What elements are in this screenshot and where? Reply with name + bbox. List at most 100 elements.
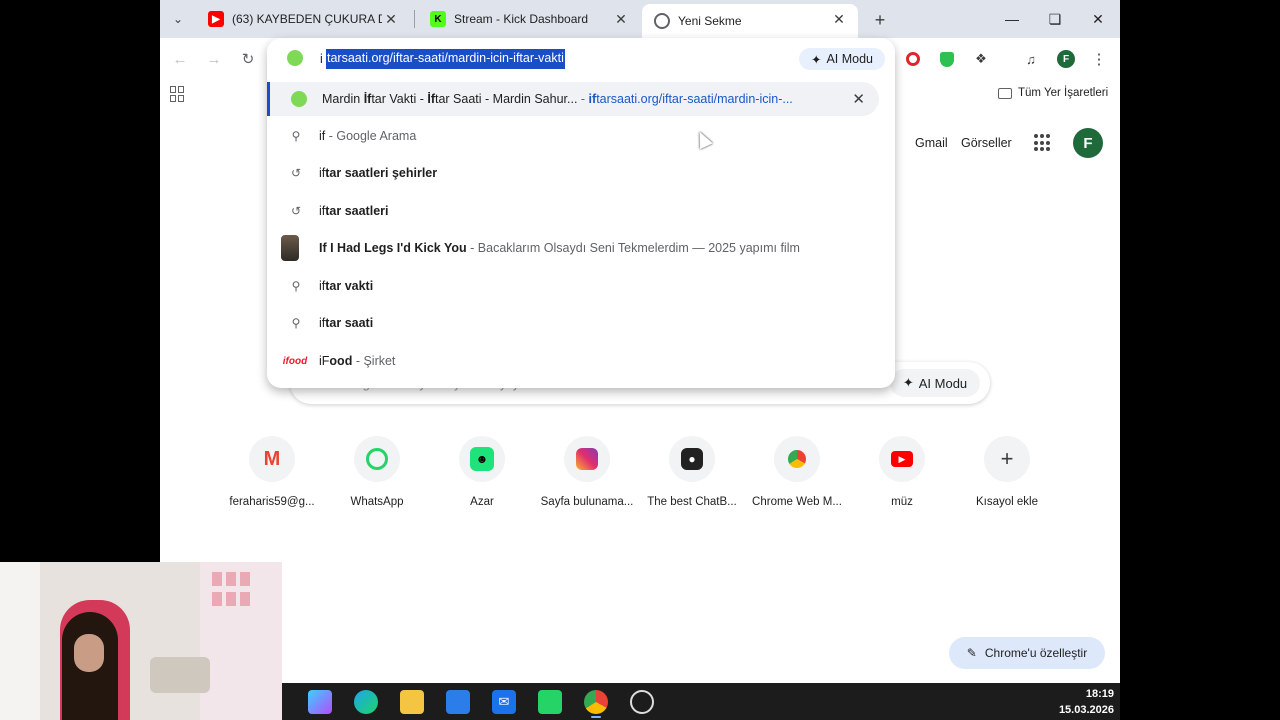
suggestion-text: iFood - Şirket — [319, 354, 396, 368]
menu-dots-icon[interactable]: ⋮ — [1088, 48, 1110, 70]
ai-mode-label: AI Modu — [826, 52, 874, 66]
close-icon[interactable]: ✕ — [830, 10, 848, 28]
omnibox-autocomplete-selection: tarsaati.org/iftar-saati/mardin-icin-ift… — [326, 49, 565, 69]
chatbot-icon: ● — [669, 436, 715, 482]
google-apps-icon[interactable] — [1034, 134, 1052, 152]
poster — [240, 592, 250, 606]
customize-label: Chrome'u özelleştir — [984, 646, 1088, 660]
active-app-indicator — [591, 716, 601, 718]
close-window-button[interactable]: ✕ — [1083, 6, 1113, 32]
webcam-face — [74, 634, 104, 672]
forward-button[interactable]: → — [202, 47, 226, 71]
tab-separator — [414, 10, 415, 28]
suggestion-row[interactable]: ⚲ iftar vakti — [267, 269, 879, 303]
tab-new-tab[interactable]: Yeni Sekme ✕ — [642, 4, 858, 38]
media-control-icon[interactable]: ♫ — [1020, 48, 1042, 70]
chrome-webstore-icon — [774, 436, 820, 482]
omnibox-ai-mode-button[interactable]: ✦ AI Modu — [799, 48, 885, 70]
history-icon: ↺ — [290, 204, 302, 218]
all-bookmarks-button[interactable]: Tüm Yer İşaretleri — [998, 87, 1108, 99]
system-clock[interactable]: 18:19 15.03.2026 — [1059, 686, 1114, 718]
close-icon[interactable]: ✕ — [382, 10, 400, 28]
all-bookmarks-label: Tüm Yer İşaretleri — [1018, 87, 1109, 99]
suggestion-text: If I Had Legs I'd Kick You - Bacaklarım … — [319, 241, 800, 255]
shortcut-label: The best ChatB... — [647, 496, 737, 508]
gmail-link[interactable]: Gmail — [915, 136, 948, 150]
tab-title: Yeni Sekme — [678, 14, 742, 28]
tab-youtube[interactable]: ▶ (63) KAYBEDEN ÇUKURA DÜŞER ✕ — [196, 4, 410, 34]
webcam-overlay — [0, 562, 282, 720]
copilot-icon[interactable] — [308, 690, 332, 714]
ai-mode-button[interactable]: ✦ AI Modu — [890, 369, 980, 397]
shortcut-chatbot[interactable]: ● The best ChatB... — [640, 436, 744, 508]
gmail-icon: M — [249, 436, 295, 482]
suggestion-row[interactable]: ↺ iftar saatleri — [267, 194, 879, 228]
search-icon: ⚲ — [291, 316, 301, 330]
tab-strip: ⌄ ▶ (63) KAYBEDEN ÇUKURA DÜŞER ✕ K Strea… — [160, 0, 1120, 38]
opera-extension-icon[interactable] — [902, 48, 924, 70]
shortcut-chrome-webstore[interactable]: Chrome Web M... — [745, 436, 849, 508]
restore-button[interactable]: ❏ — [1040, 6, 1070, 32]
kick-icon: K — [430, 11, 446, 27]
tab-search-button[interactable]: ⌄ — [166, 7, 190, 31]
edge-icon[interactable] — [354, 690, 378, 714]
suggestion-row[interactable]: ⚲ if - Google Arama — [267, 119, 879, 153]
folder-icon — [998, 87, 1012, 99]
shortcut-label: WhatsApp — [350, 496, 404, 508]
tab-kick[interactable]: K Stream - Kick Dashboard ✕ — [418, 4, 640, 34]
youtube-icon: ▶ — [208, 11, 224, 27]
customize-chrome-button[interactable]: ✎ Chrome'u özelleştir — [949, 637, 1105, 669]
ai-mode-label: AI Modu — [918, 375, 968, 391]
clock-time: 18:19 — [1085, 688, 1114, 700]
poster — [212, 572, 222, 586]
minimize-button[interactable]: — — [997, 6, 1027, 32]
history-icon: ↺ — [290, 166, 302, 180]
suggestion-text: iftar saatleri şehirler — [319, 166, 438, 180]
suggestion-text: if - Google Arama — [319, 129, 417, 143]
youtube-icon: ▶ — [879, 436, 925, 482]
shortcut-instagram[interactable]: Sayfa bulunama... — [535, 436, 639, 508]
account-avatar[interactable]: F — [1073, 128, 1103, 158]
suggestion-row[interactable]: ifood iFood - Şirket — [267, 344, 879, 378]
shortcut-azar[interactable]: ☻ Azar — [430, 436, 534, 508]
extensions-icon[interactable]: ❖ — [970, 48, 992, 70]
shortcut-label: müz — [891, 496, 913, 508]
poster — [240, 572, 250, 586]
suggestion-row[interactable]: If I Had Legs I'd Kick You - Bacaklarım … — [267, 231, 879, 265]
azar-icon: ☻ — [459, 436, 505, 482]
new-tab-button[interactable]: + — [868, 8, 892, 32]
file-explorer-icon[interactable] — [400, 690, 424, 714]
shortcut-add[interactable]: + Kısayol ekle — [955, 436, 1059, 508]
suggestion-row[interactable]: ↺ iftar saatleri şehirler — [267, 156, 879, 190]
webcam-door — [0, 562, 40, 720]
images-link[interactable]: Görseller — [961, 136, 1012, 150]
tab-title: (63) KAYBEDEN ÇUKURA DÜŞER — [232, 12, 382, 26]
microsoft-store-icon[interactable] — [446, 690, 470, 714]
shield-extension-icon[interactable] — [936, 48, 958, 70]
ai-sparkle-icon: ✦ — [810, 52, 822, 67]
reload-button[interactable]: ↻ — [236, 47, 260, 71]
webcam-couch — [150, 657, 210, 693]
browser-window: ⌄ ▶ (63) KAYBEDEN ÇUKURA DÜŞER ✕ K Strea… — [160, 0, 1120, 720]
suggestion-text: iftar saati — [319, 316, 374, 330]
remove-suggestion-icon[interactable]: ✕ — [852, 90, 865, 108]
profile-avatar[interactable]: F — [1055, 48, 1077, 70]
ifood-logo: ifood — [282, 355, 308, 367]
suggestion-row[interactable]: ⚲ iftar saati — [267, 306, 879, 340]
close-icon[interactable]: ✕ — [612, 10, 630, 28]
shortcut-gmail[interactable]: M feraharis59@g... — [220, 436, 324, 508]
shortcut-muz[interactable]: ▶ müz — [850, 436, 954, 508]
shortcut-label: Chrome Web M... — [752, 496, 842, 508]
address-bar[interactable]: i tarsaati.org/iftar-saati/mardin-icin-i… — [267, 46, 895, 74]
site-icon — [290, 90, 308, 108]
back-button[interactable]: ← — [168, 47, 192, 71]
whatsapp-icon — [354, 436, 400, 482]
game-icon[interactable] — [538, 690, 562, 714]
suggestion-row[interactable]: Mardin İftar Vakti - İftar Saati - Mardi… — [267, 82, 879, 116]
ai-sparkle-icon: ✦ — [902, 375, 914, 390]
chrome-taskbar-icon[interactable] — [584, 690, 608, 714]
shortcut-whatsapp[interactable]: WhatsApp — [325, 436, 429, 508]
mail-icon[interactable]: ✉ — [492, 690, 516, 714]
obs-icon[interactable] — [630, 690, 654, 714]
apps-grid-icon[interactable] — [170, 86, 186, 102]
